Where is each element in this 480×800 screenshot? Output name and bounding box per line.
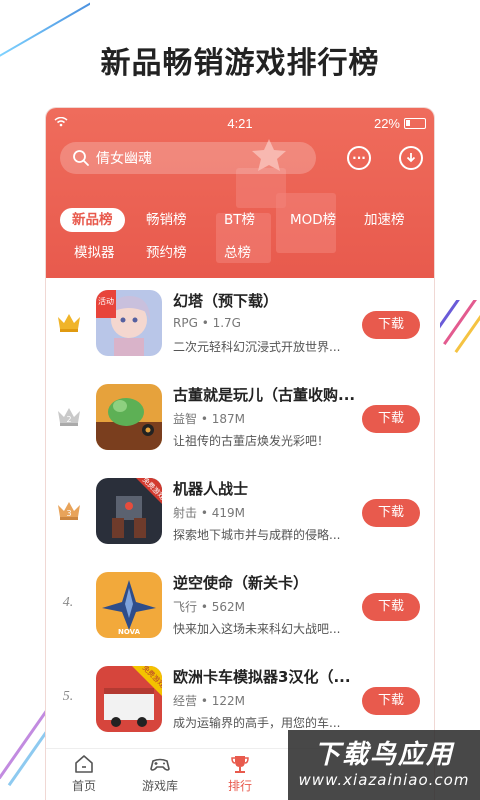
search-bar[interactable]: 倩女幽魂 — [60, 142, 316, 174]
silver-crown-icon: 2 — [58, 408, 80, 426]
message-button[interactable]: ··· — [347, 146, 371, 170]
app-meta: 射击 • 419M — [173, 506, 245, 520]
app-icon[interactable] — [96, 384, 162, 450]
download-manager-button[interactable] — [399, 146, 423, 170]
list-item[interactable]: 活动 幻塔（预下载） RPG • 1.7G 二次元轻科幻沉浸式开放世界... 下… — [46, 278, 434, 372]
nav-label: 游戏库 — [141, 779, 178, 793]
download-button[interactable]: 下载 — [362, 405, 420, 433]
header-banner: 4:21 22% 倩女幽魂 ··· 新品榜 畅销榜 BT榜 MOD榜 加速榜 模… — [46, 108, 434, 278]
app-meta: RPG • 1.7G — [173, 316, 241, 330]
app-icon[interactable]: 免费游戏 — [96, 666, 162, 732]
gold-crown-icon — [58, 314, 80, 332]
home-icon — [75, 755, 93, 773]
app-name[interactable]: 逆空使命（新关卡） — [173, 572, 358, 593]
svg-text:3: 3 — [66, 509, 71, 518]
list-item[interactable]: 4. NOVA 逆空使命（新关卡） 飞行 • 562M 快来加入这场未来科幻大战… — [46, 560, 434, 654]
search-placeholder: 倩女幽魂 — [96, 151, 152, 167]
chat-icon: ··· — [352, 151, 366, 165]
tab-overall[interactable]: 总榜 — [224, 241, 251, 265]
app-icon[interactable]: 活动 — [96, 290, 162, 356]
app-meta: 益智 • 187M — [173, 412, 245, 426]
app-name[interactable]: 古董就是玩儿（古董收购... — [173, 384, 358, 405]
download-button[interactable]: 下载 — [362, 311, 420, 339]
trophy-icon — [231, 756, 249, 773]
rank-number: 4. — [62, 595, 74, 610]
app-name[interactable]: 机器人战士 — [173, 478, 358, 499]
app-icon[interactable]: 免费游戏 — [96, 478, 162, 544]
download-button[interactable]: 下载 — [362, 687, 420, 715]
watermark-title: 下载鸟应用 — [313, 740, 454, 770]
app-description: 探索地下城市并与成群的侵略... — [173, 528, 341, 542]
battery-icon — [404, 118, 426, 129]
promo-headline: 新品畅销游戏排行榜 — [100, 46, 380, 81]
tab-bt[interactable]: BT榜 — [224, 208, 255, 232]
watermark-url: www.xiazainiao.com — [298, 771, 470, 789]
nav-label: 排行 — [227, 779, 252, 793]
list-item[interactable]: 3 免费游戏 机器人战士 射击 • 419M 探索地下城市并与成群的侵略... … — [46, 466, 434, 560]
decor-stripes — [440, 300, 480, 400]
nav-ranking[interactable]: 排行 — [210, 753, 270, 794]
app-description: 二次元轻科幻沉浸式开放世界... — [173, 340, 341, 354]
app-description: 成为运输界的高手，用您的车... — [173, 716, 341, 730]
app-icon[interactable]: NOVA — [96, 572, 162, 638]
svg-text:2: 2 — [66, 415, 71, 424]
status-bar: 4:21 22% — [46, 108, 434, 138]
decor-stripes — [0, 700, 50, 800]
app-description: 快来加入这场未来科幻大战吧... — [173, 622, 341, 636]
phone-screen: 4:21 22% 倩女幽魂 ··· 新品榜 畅销榜 BT榜 MOD榜 加速榜 模… — [46, 108, 434, 800]
tab-new[interactable]: 新品榜 — [60, 208, 125, 232]
tab-speedup[interactable]: 加速榜 — [364, 208, 405, 232]
download-button[interactable]: 下载 — [362, 499, 420, 527]
badge-text: NOVA — [118, 628, 141, 636]
download-button[interactable]: 下载 — [362, 593, 420, 621]
gamepad-icon — [150, 758, 170, 771]
list-item[interactable]: 2 古董就是玩儿（古董收购... 益智 • 187M 让祖传的古董店焕发光彩吧！… — [46, 372, 434, 466]
app-description: 让祖传的古董店焕发光彩吧！ — [173, 434, 330, 448]
nav-label: 首页 — [71, 779, 96, 793]
app-meta: 飞行 • 562M — [173, 600, 245, 614]
app-name[interactable]: 幻塔（预下载） — [173, 290, 358, 311]
site-watermark: 下载鸟应用 www.xiazainiao.com — [288, 730, 480, 800]
search-icon — [73, 150, 89, 166]
badge-text: 活动 — [98, 296, 114, 306]
rank-number: 5. — [62, 689, 74, 704]
bronze-crown-icon: 3 — [58, 502, 80, 520]
nav-home[interactable]: 首页 — [54, 753, 114, 794]
download-icon — [406, 153, 416, 163]
app-name[interactable]: 欧洲卡车模拟器3汉化（... — [173, 666, 358, 687]
app-meta: 经营 • 122M — [173, 694, 245, 708]
nav-library[interactable]: 游戏库 — [130, 753, 190, 794]
tab-emulator[interactable]: 模拟器 — [74, 241, 115, 265]
tab-mod[interactable]: MOD榜 — [290, 208, 336, 232]
battery-level: 22% — [373, 116, 400, 131]
tab-preorder[interactable]: 预约榜 — [146, 241, 187, 265]
tab-bestseller[interactable]: 畅销榜 — [146, 208, 187, 232]
